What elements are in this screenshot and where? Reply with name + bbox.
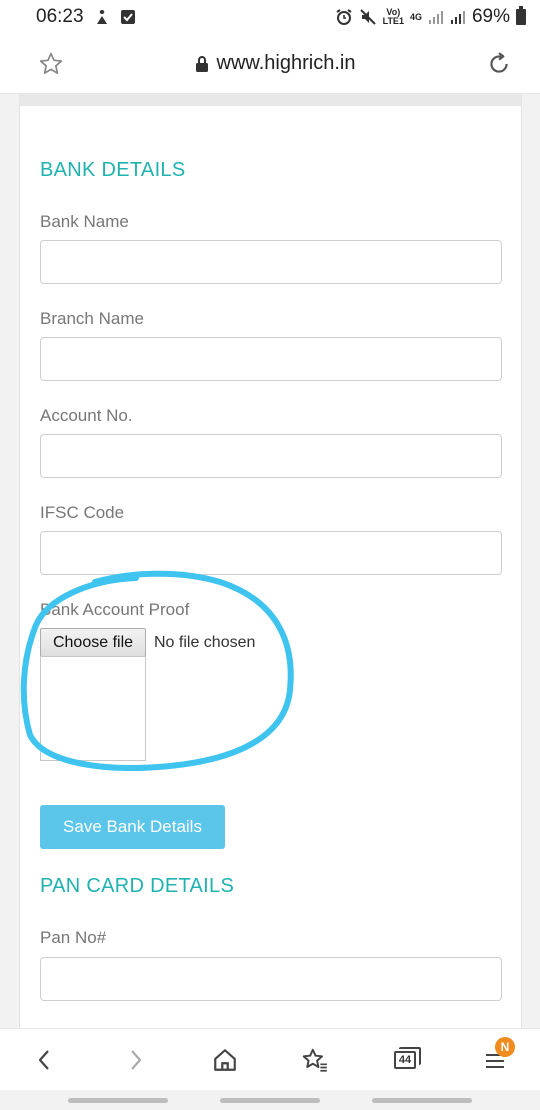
bank-details-title: BANK DETAILS bbox=[40, 159, 186, 181]
home-icon[interactable] bbox=[197, 1035, 253, 1085]
menu-icon[interactable]: N bbox=[467, 1035, 523, 1085]
pan-no-input[interactable] bbox=[40, 957, 502, 1001]
bank-name-input[interactable] bbox=[40, 240, 502, 284]
account-no-label: Account No. bbox=[40, 406, 133, 425]
bank-account-proof-label: Bank Account Proof bbox=[40, 600, 190, 619]
choose-file-button[interactable]: Choose file bbox=[40, 628, 146, 657]
file-status: No file chosen bbox=[154, 633, 256, 651]
alarm-icon bbox=[335, 8, 353, 26]
browser-address-bar: www.highrich.in bbox=[0, 34, 540, 94]
save-bank-details-button[interactable]: Save Bank Details bbox=[40, 805, 225, 849]
pan-no-label: Pan No# bbox=[40, 928, 107, 947]
battery-percentage: 69% bbox=[471, 6, 510, 27]
signal-icon-2 bbox=[450, 9, 466, 25]
bookmarks-icon[interactable] bbox=[287, 1035, 343, 1085]
file-preview-box bbox=[40, 656, 146, 761]
branch-name-input[interactable] bbox=[40, 337, 502, 381]
battery-icon bbox=[516, 6, 526, 25]
notification-badge: N bbox=[495, 1036, 515, 1057]
branch-name-label: Branch Name bbox=[40, 309, 144, 328]
reload-icon[interactable] bbox=[486, 51, 512, 77]
status-bar: 06:23 Vo) LTE1 4G 69% bbox=[0, 0, 540, 34]
volte-indicator: Vo) LTE1 bbox=[382, 7, 404, 26]
account-no-input[interactable] bbox=[40, 434, 502, 478]
file-upload: Choose file No file chosen bbox=[40, 628, 255, 657]
gesture-pill-center[interactable] bbox=[220, 1098, 320, 1103]
gesture-pill-right[interactable] bbox=[372, 1098, 472, 1103]
ifsc-code-input[interactable] bbox=[40, 531, 502, 575]
url-text: www.highrich.in bbox=[216, 52, 356, 74]
signal-icon-1 bbox=[428, 9, 444, 25]
notification-app-icon bbox=[94, 8, 110, 26]
page-content: BANK DETAILS Bank Name Branch Name Accou… bbox=[19, 94, 522, 1028]
ifsc-code-label: IFSC Code bbox=[40, 503, 125, 522]
url-field[interactable]: www.highrich.in bbox=[195, 52, 356, 75]
tabs-icon[interactable]: 44 bbox=[377, 1035, 433, 1085]
tab-count: 44 bbox=[394, 1046, 421, 1069]
star-icon[interactable] bbox=[38, 51, 64, 77]
check-notification-icon bbox=[120, 9, 136, 25]
forward-icon[interactable] bbox=[107, 1035, 163, 1085]
back-icon[interactable] bbox=[17, 1035, 73, 1085]
gesture-pill-left[interactable] bbox=[68, 1098, 168, 1103]
bank-name-label: Bank Name bbox=[40, 212, 129, 231]
mute-icon bbox=[359, 8, 377, 26]
status-time: 06:23 bbox=[36, 6, 84, 27]
browser-bottom-nav: 44 N bbox=[0, 1028, 540, 1090]
pan-card-details-title: PAN CARD DETAILS bbox=[40, 875, 235, 897]
lock-icon bbox=[195, 55, 209, 73]
network-type-indicator: 4G bbox=[409, 11, 422, 22]
